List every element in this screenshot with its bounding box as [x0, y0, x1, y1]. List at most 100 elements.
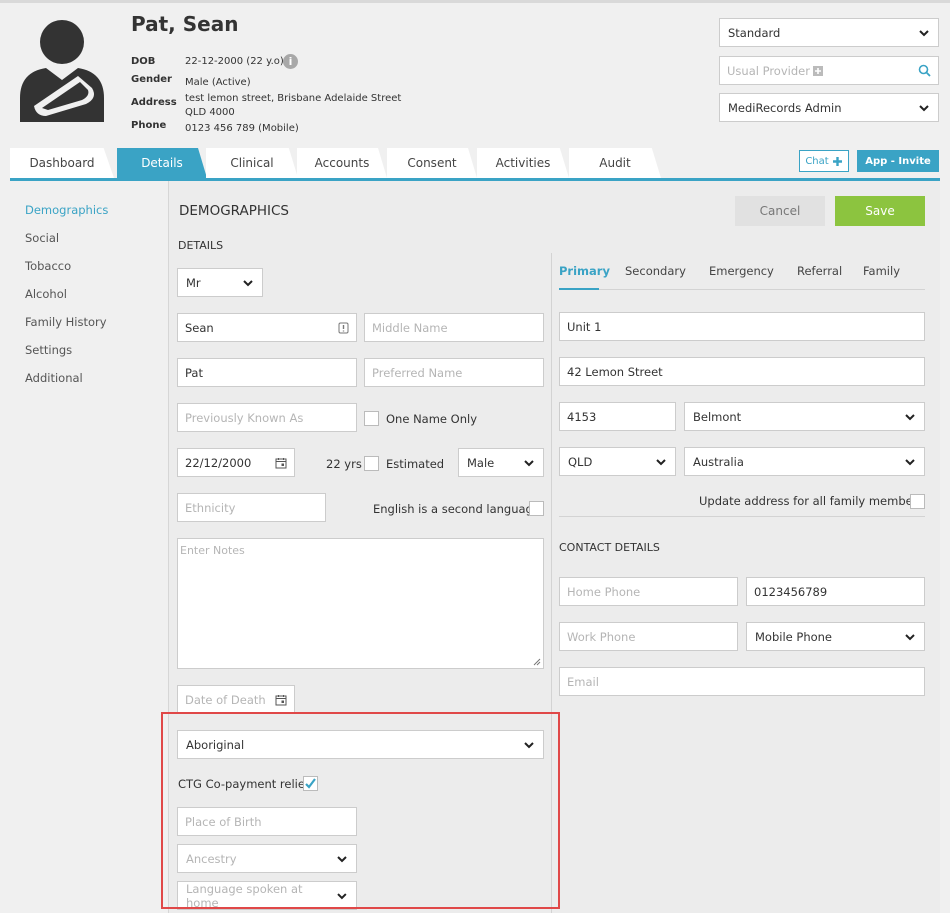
sidenav-demographics[interactable]: Demographics [25, 203, 108, 217]
app-invite-button[interactable]: App - Invite [857, 150, 939, 172]
phone-type-value: Mobile Phone [755, 629, 833, 644]
work-phone-input[interactable]: Work Phone [559, 622, 738, 651]
mobile-input[interactable]: 0123456789 [746, 577, 925, 606]
notes-textarea[interactable]: Enter Notes [177, 538, 544, 669]
details-heading: DETAILS [178, 239, 224, 252]
usual-provider-placeholder: Usual Provider [727, 63, 810, 78]
usual-provider-input[interactable]: Usual Provider [719, 56, 939, 85]
state-select[interactable]: QLD [559, 447, 676, 476]
sex-select[interactable]: Male [458, 448, 544, 477]
chevron-down-icon [524, 459, 534, 466]
user-select-value: MediRecords Admin [728, 100, 842, 115]
ethnicity-placeholder: Ethnicity [185, 500, 236, 515]
sidenav-additional[interactable]: Additional [25, 371, 83, 385]
calendar-icon[interactable] [275, 457, 287, 469]
chat-label: Chat [805, 155, 829, 167]
address-line2-input[interactable]: 42 Lemon Street [559, 357, 925, 386]
country-select[interactable]: Australia [684, 447, 925, 476]
one-name-only-checkbox[interactable] [364, 411, 379, 426]
postcode-input[interactable]: 4153 [559, 402, 676, 431]
address-line1-input[interactable]: Unit 1 [559, 312, 925, 341]
sidenav-social[interactable]: Social [25, 231, 59, 245]
chevron-down-icon [905, 413, 915, 420]
phone-value: 0123 456 789 (Mobile) [185, 123, 299, 134]
email-input[interactable]: Email [559, 667, 925, 696]
preferred-name-input[interactable]: Preferred Name [364, 358, 544, 387]
first-name-input[interactable]: Sean [177, 313, 357, 342]
update-family-checkbox[interactable] [910, 494, 925, 509]
dob-label: DOB [131, 56, 156, 67]
view-select[interactable]: Standard [719, 18, 939, 47]
subtab-family[interactable]: Family [863, 264, 900, 278]
info-icon[interactable]: i [283, 54, 298, 69]
previously-known-input[interactable]: Previously Known As [177, 403, 357, 432]
view-select-value: Standard [728, 25, 781, 40]
dob-value: 22-12-2000 (22 y.o) [185, 56, 284, 67]
cancel-button[interactable]: Cancel [735, 196, 825, 226]
sidenav-settings[interactable]: Settings [25, 343, 72, 357]
user-select[interactable]: MediRecords Admin [719, 93, 939, 122]
tab-dashboard[interactable]: Dashboard [10, 148, 114, 178]
middle-name-input[interactable]: Middle Name [364, 313, 544, 342]
title-value: Mr [186, 275, 201, 290]
dob-input[interactable]: 22/12/2000 [177, 448, 295, 477]
subtab-active-indicator [559, 288, 599, 290]
estimated-checkbox[interactable] [364, 456, 379, 471]
country-value: Australia [693, 454, 744, 469]
previously-known-placeholder: Previously Known As [185, 410, 304, 425]
sidenav-alcohol[interactable]: Alcohol [25, 287, 67, 301]
tab-activities[interactable]: Activities [477, 148, 569, 178]
mobile-value: 0123456789 [754, 584, 828, 599]
date-of-death-input[interactable]: Date of Death [177, 685, 295, 714]
tab-clinical[interactable]: Clinical [206, 148, 298, 178]
sex-value: Male [467, 455, 495, 470]
chat-button[interactable]: Chat [799, 150, 849, 172]
date-of-death-placeholder: Date of Death [185, 692, 266, 707]
chevron-down-icon [905, 458, 915, 465]
preferred-name-placeholder: Preferred Name [372, 365, 463, 380]
subtab-primary[interactable]: Primary [559, 264, 610, 278]
sidenav-family-history[interactable]: Family History [25, 315, 107, 329]
title-select[interactable]: Mr [177, 268, 263, 297]
chevron-down-icon [243, 279, 253, 286]
ethnicity-input[interactable]: Ethnicity [177, 493, 326, 522]
one-name-only-label: One Name Only [386, 412, 477, 426]
section-title: DEMOGRAPHICS [179, 203, 289, 219]
sidenav-tobacco[interactable]: Tobacco [25, 259, 71, 273]
state-value: QLD [568, 454, 593, 469]
address-line2: QLD 4000 [185, 107, 235, 118]
tab-audit[interactable]: Audit [569, 148, 661, 178]
home-phone-input[interactable]: Home Phone [559, 577, 738, 606]
patient-avatar-icon [20, 20, 104, 122]
search-icon[interactable] [918, 64, 931, 77]
save-button[interactable]: Save [835, 196, 925, 226]
notes-placeholder: Enter Notes [180, 544, 245, 557]
english-second-language-checkbox[interactable] [529, 501, 544, 516]
add-provider-icon[interactable] [812, 65, 824, 77]
chevron-down-icon [919, 104, 929, 111]
subtab-referral[interactable]: Referral [797, 264, 842, 278]
work-phone-placeholder: Work Phone [567, 629, 636, 644]
home-phone-placeholder: Home Phone [567, 584, 641, 599]
suburb-select[interactable]: Belmont [684, 402, 925, 431]
resize-handle-icon[interactable] [533, 658, 541, 666]
plus-icon [832, 156, 842, 166]
phone-type-select[interactable]: Mobile Phone [746, 622, 925, 651]
email-placeholder: Email [567, 674, 599, 689]
subtab-secondary[interactable]: Secondary [625, 264, 686, 278]
highlight-box [161, 712, 560, 909]
chevron-down-icon [656, 458, 666, 465]
calendar-icon[interactable] [275, 694, 287, 706]
tab-consent[interactable]: Consent [387, 148, 477, 178]
tab-details[interactable]: Details [117, 148, 207, 178]
postcode-value: 4153 [567, 409, 597, 424]
last-name-input[interactable]: Pat [177, 358, 357, 387]
english-second-language-label: English is a second language [373, 502, 540, 516]
tab-accounts[interactable]: Accounts [297, 148, 387, 178]
gender-label: Gender [131, 74, 172, 85]
subtab-emergency[interactable]: Emergency [709, 264, 774, 278]
suburb-value: Belmont [693, 409, 742, 424]
address-line2-value: 42 Lemon Street [567, 364, 663, 379]
required-field-icon [338, 322, 349, 333]
age-text: 22 yrs [326, 457, 362, 471]
